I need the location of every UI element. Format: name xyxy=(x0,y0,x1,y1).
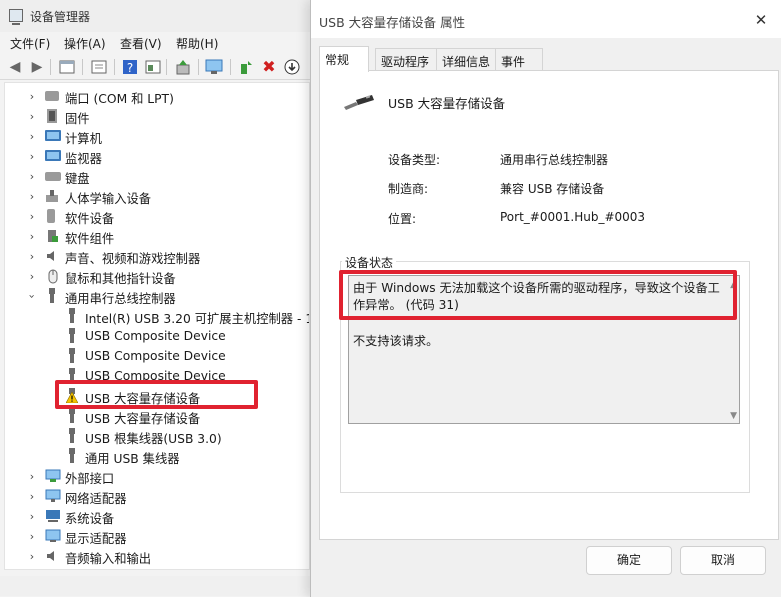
device-status-message: 由于 Windows 无法加载这个设备所需的驱动程序，导致这个设备工作异常。 (… xyxy=(353,281,720,312)
mouse-icon xyxy=(47,269,61,284)
warning-icon xyxy=(65,391,79,404)
chevron-right-icon[interactable]: › xyxy=(27,470,37,483)
chevron-right-icon[interactable]: › xyxy=(27,190,37,203)
sound-icon xyxy=(45,249,59,263)
firmware-icon xyxy=(47,109,57,123)
chevron-right-icon[interactable]: › xyxy=(27,210,37,223)
tab-events[interactable]: 事件 xyxy=(495,48,543,71)
usb-icon xyxy=(45,288,59,304)
chevron-right-icon[interactable]: › xyxy=(27,170,37,183)
device-name: USB 大容量存储设备 xyxy=(388,96,506,111)
help-icon[interactable]: ? xyxy=(121,58,139,76)
device-status-textbox[interactable]: 由于 Windows 无法加载这个设备所需的驱动程序，导致这个设备工作异常。 (… xyxy=(348,275,740,424)
external-port-icon xyxy=(45,469,61,483)
monitor-scan-icon[interactable] xyxy=(205,58,223,76)
update-view-icon[interactable] xyxy=(90,58,108,76)
menu-view[interactable]: 查看(V) xyxy=(120,35,162,52)
chevron-right-icon[interactable]: › xyxy=(27,250,37,263)
system-icon xyxy=(45,509,60,523)
chevron-right-icon[interactable]: › xyxy=(27,550,37,563)
menu-action[interactable]: 操作(A) xyxy=(64,35,106,52)
scroll-up-icon[interactable]: ▲ xyxy=(730,280,737,290)
usb-icon xyxy=(65,368,79,384)
close-icon[interactable]: ✕ xyxy=(751,10,771,30)
device-type-value: 通用串行总线控制器 xyxy=(500,153,609,167)
cancel-button[interactable]: 取消 xyxy=(680,546,766,575)
usb-icon xyxy=(65,308,79,324)
menu-file[interactable]: 文件(F) xyxy=(10,35,50,52)
properties-view-icon[interactable] xyxy=(58,58,76,76)
tab-general[interactable]: 常规 xyxy=(319,46,369,72)
device-status-extra: 不支持该请求。 xyxy=(353,334,439,348)
port-icon xyxy=(45,91,59,101)
usb-device-icon xyxy=(342,93,376,113)
scan-hardware-icon[interactable] xyxy=(174,58,192,76)
scroll-down-icon[interactable]: ▼ xyxy=(730,411,737,421)
chevron-right-icon[interactable]: › xyxy=(27,510,37,523)
show-hidden-icon[interactable] xyxy=(144,58,162,76)
tab-driver[interactable]: 驱动程序 xyxy=(375,48,437,71)
back-arrow-icon[interactable]: ◀ xyxy=(6,58,24,76)
tab-details[interactable]: 详细信息 xyxy=(436,48,496,71)
chevron-right-icon[interactable]: › xyxy=(27,130,37,143)
chevron-right-icon[interactable]: › xyxy=(27,530,37,543)
device-type-label: 设备类型: xyxy=(388,153,441,167)
usb-icon xyxy=(65,448,79,464)
chevron-right-icon[interactable]: › xyxy=(27,90,37,103)
dialog-title: USB 大容量存储设备 属性 xyxy=(319,15,466,30)
usb-icon xyxy=(65,328,79,344)
software-device-icon xyxy=(47,209,55,223)
tab-strip: 常规 驱动程序 详细信息 事件 xyxy=(319,46,779,72)
usb-icon xyxy=(65,348,79,364)
device-status-legend: 设备状态 xyxy=(342,254,397,271)
chevron-right-icon[interactable]: › xyxy=(27,490,37,503)
chevron-right-icon[interactable]: › xyxy=(27,270,37,283)
chevron-down-icon[interactable]: › xyxy=(26,291,39,301)
location-label: 位置: xyxy=(388,212,417,226)
disable-device-icon[interactable] xyxy=(283,58,301,76)
forward-arrow-icon[interactable]: ▶ xyxy=(28,58,46,76)
keyboard-icon xyxy=(45,172,61,181)
hid-icon xyxy=(45,189,59,203)
general-tab-panel: USB 大容量存储设备 设备类型: 通用串行总线控制器 制造商: 兼容 USB … xyxy=(319,70,779,540)
manufacturer-value: 兼容 USB 存储设备 xyxy=(500,182,605,196)
properties-dialog: USB 大容量存储设备 属性 ✕ 常规 驱动程序 详细信息 事件 USB 大容量… xyxy=(310,0,781,597)
audio-io-icon xyxy=(45,549,59,563)
software-component-icon xyxy=(45,229,59,243)
display-adapter-icon xyxy=(45,529,61,543)
dialog-title-bar: USB 大容量存储设备 属性 ✕ xyxy=(311,0,781,38)
svg-text:?: ? xyxy=(127,61,133,75)
computer-icon xyxy=(45,130,61,141)
usb-icon xyxy=(65,428,79,444)
chevron-right-icon[interactable]: › xyxy=(27,230,37,243)
manufacturer-label: 制造商: xyxy=(388,182,429,196)
monitor-icon xyxy=(45,150,61,161)
device-manager-app-icon xyxy=(9,9,23,25)
network-icon xyxy=(45,489,61,503)
ok-button[interactable]: 确定 xyxy=(586,546,672,575)
chevron-right-icon[interactable]: › xyxy=(27,150,37,163)
menu-help[interactable]: 帮助(H) xyxy=(176,35,218,52)
location-value: Port_#0001.Hub_#0003 xyxy=(500,210,646,224)
device-tree[interactable]: › 端口 (COM 和 LPT) › 固件 › 计算机 › 监视器 › 键盘 ›… xyxy=(4,82,310,570)
uninstall-x-icon[interactable]: ✖ xyxy=(260,58,278,76)
chevron-right-icon[interactable]: › xyxy=(27,110,37,123)
window-title: 设备管理器 xyxy=(30,10,91,24)
usb-icon xyxy=(65,408,79,424)
update-driver-icon[interactable] xyxy=(237,58,255,76)
horizontal-scrollbar[interactable] xyxy=(0,576,310,596)
